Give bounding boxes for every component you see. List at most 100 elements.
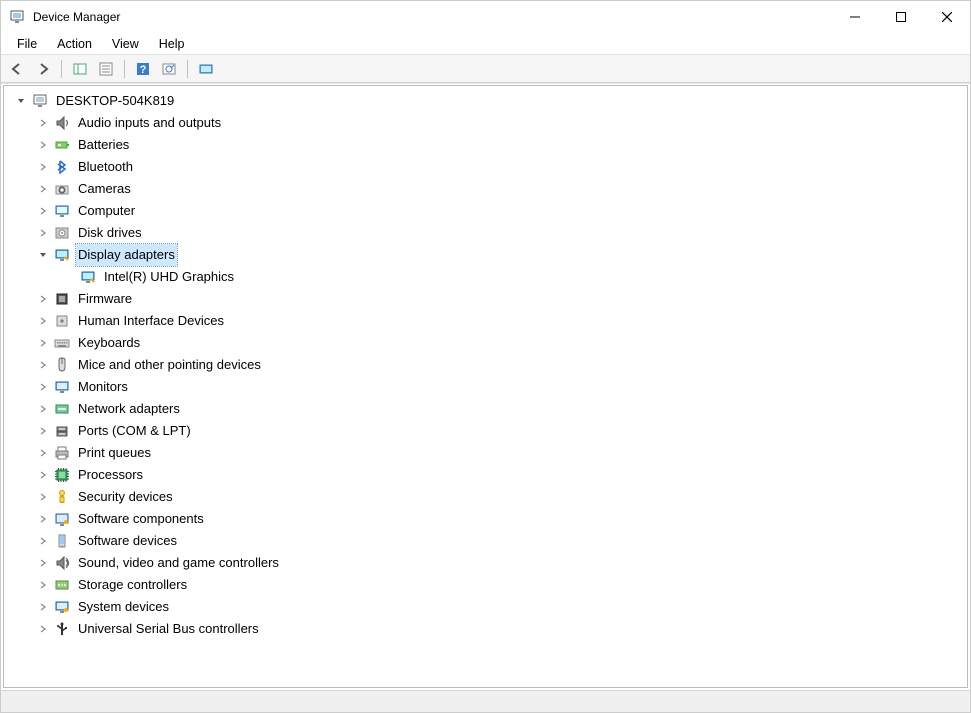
tree-category-label[interactable]: Security devices xyxy=(76,486,175,508)
menu-help[interactable]: Help xyxy=(149,35,195,53)
chevron-right-icon[interactable] xyxy=(36,424,50,438)
chevron-right-icon[interactable] xyxy=(36,204,50,218)
chevron-right-icon[interactable] xyxy=(36,336,50,350)
tree-category-label[interactable]: Software components xyxy=(76,508,206,530)
computer-icon xyxy=(54,203,70,219)
tree-category[interactable]: Network adapters xyxy=(8,398,967,420)
chevron-right-icon[interactable] xyxy=(36,138,50,152)
tree-category[interactable]: Software devices xyxy=(8,530,967,552)
chevron-right-icon[interactable] xyxy=(36,182,50,196)
tree-category-label[interactable]: Mice and other pointing devices xyxy=(76,354,263,376)
chevron-right-icon[interactable] xyxy=(36,600,50,614)
tree-category[interactable]: Security devices xyxy=(8,486,967,508)
chevron-right-icon[interactable] xyxy=(36,380,50,394)
tree-category-label[interactable]: Monitors xyxy=(76,376,130,398)
tree-category-label[interactable]: Storage controllers xyxy=(76,574,189,596)
tree-category[interactable]: Human Interface Devices xyxy=(8,310,967,332)
tree-category[interactable]: Cameras xyxy=(8,178,967,200)
chevron-right-icon[interactable] xyxy=(36,534,50,548)
tree-category-label[interactable]: Universal Serial Bus controllers xyxy=(76,618,261,640)
tree-category[interactable]: System devices xyxy=(8,596,967,618)
chevron-right-icon[interactable] xyxy=(36,446,50,460)
tree-category-label[interactable]: Bluetooth xyxy=(76,156,135,178)
tree-category-label[interactable]: Disk drives xyxy=(76,222,144,244)
tree-category[interactable]: Processors xyxy=(8,464,967,486)
scan-hardware-button[interactable] xyxy=(157,58,181,80)
chevron-right-icon[interactable] xyxy=(36,402,50,416)
tree-category[interactable]: Ports (COM & LPT) xyxy=(8,420,967,442)
properties-button[interactable] xyxy=(94,58,118,80)
chevron-right-icon[interactable] xyxy=(36,160,50,174)
tree-category[interactable]: Storage controllers xyxy=(8,574,967,596)
tree-category-label[interactable]: Batteries xyxy=(76,134,131,156)
tree-category[interactable]: Mice and other pointing devices xyxy=(8,354,967,376)
tree-category-label[interactable]: Sound, video and game controllers xyxy=(76,552,281,574)
tree-category-label[interactable]: Human Interface Devices xyxy=(76,310,226,332)
menu-action[interactable]: Action xyxy=(47,35,102,53)
tree-device-label[interactable]: Intel(R) UHD Graphics xyxy=(102,266,236,288)
tree-category[interactable]: Software components xyxy=(8,508,967,530)
chevron-right-icon[interactable] xyxy=(36,512,50,526)
tree-category-label[interactable]: Display adapters xyxy=(76,244,177,266)
tree-category[interactable]: Keyboards xyxy=(8,332,967,354)
menu-file[interactable]: File xyxy=(7,35,47,53)
tree-category[interactable]: Audio inputs and outputs xyxy=(8,112,967,134)
tree-category-label[interactable]: Computer xyxy=(76,200,137,222)
toolbar: ? xyxy=(1,55,970,83)
tree-category-label[interactable]: Audio inputs and outputs xyxy=(76,112,223,134)
show-hide-console-button[interactable] xyxy=(68,58,92,80)
tree-category-label[interactable]: Processors xyxy=(76,464,145,486)
tree-category[interactable]: Firmware xyxy=(8,288,967,310)
menubar: File Action View Help xyxy=(1,33,970,55)
chevron-right-icon[interactable] xyxy=(36,358,50,372)
tree-category-label[interactable]: Software devices xyxy=(76,530,179,552)
tree-category[interactable]: Computer xyxy=(8,200,967,222)
minimize-button[interactable] xyxy=(832,1,878,33)
tree-category-label[interactable]: Print queues xyxy=(76,442,153,464)
chevron-right-icon[interactable] xyxy=(36,292,50,306)
chevron-right-icon[interactable] xyxy=(36,578,50,592)
chevron-right-icon[interactable] xyxy=(36,226,50,240)
tree-category[interactable]: Batteries xyxy=(8,134,967,156)
device-tree[interactable]: DESKTOP-504K819 Audio inputs and outputs… xyxy=(3,85,968,688)
hid-icon xyxy=(54,313,70,329)
tree-category[interactable]: Sound, video and game controllers xyxy=(8,552,967,574)
forward-button[interactable] xyxy=(31,58,55,80)
display-icon xyxy=(54,247,70,263)
chevron-down-icon[interactable] xyxy=(14,94,28,108)
tree-device[interactable]: Intel(R) UHD Graphics xyxy=(8,266,967,288)
tree-category[interactable]: Bluetooth xyxy=(8,156,967,178)
security-icon xyxy=(54,489,70,505)
chevron-right-icon[interactable] xyxy=(36,314,50,328)
tree-category-label[interactable]: Network adapters xyxy=(76,398,182,420)
chevron-right-icon[interactable] xyxy=(36,468,50,482)
menu-view[interactable]: View xyxy=(102,35,149,53)
tree-root[interactable]: DESKTOP-504K819 xyxy=(8,90,967,112)
tree-category-label[interactable]: Firmware xyxy=(76,288,134,310)
tree-category[interactable]: Universal Serial Bus controllers xyxy=(8,618,967,640)
back-button[interactable] xyxy=(5,58,29,80)
chevron-right-icon[interactable] xyxy=(36,116,50,130)
chevron-right-icon[interactable] xyxy=(36,622,50,636)
tree-category[interactable]: Monitors xyxy=(8,376,967,398)
software-device-icon xyxy=(54,533,70,549)
tree-category[interactable]: Display adapters xyxy=(8,244,967,266)
maximize-button[interactable] xyxy=(878,1,924,33)
titlebar[interactable]: Device Manager xyxy=(1,1,970,33)
close-button[interactable] xyxy=(924,1,970,33)
software-component-icon xyxy=(54,511,70,527)
tree-category-label[interactable]: Keyboards xyxy=(76,332,142,354)
chevron-right-icon[interactable] xyxy=(36,490,50,504)
help-button[interactable]: ? xyxy=(131,58,155,80)
tree-category-label[interactable]: System devices xyxy=(76,596,171,618)
update-driver-button[interactable] xyxy=(194,58,218,80)
chevron-right-icon[interactable] xyxy=(36,556,50,570)
tree-category[interactable]: Disk drives xyxy=(8,222,967,244)
tree-category-label[interactable]: Ports (COM & LPT) xyxy=(76,420,193,442)
tree-category-label[interactable]: Cameras xyxy=(76,178,133,200)
chevron-down-icon[interactable] xyxy=(36,248,50,262)
toolbar-separator xyxy=(61,60,62,78)
tree-category[interactable]: Print queues xyxy=(8,442,967,464)
audio-icon xyxy=(54,115,70,131)
tree-root-label[interactable]: DESKTOP-504K819 xyxy=(54,90,176,112)
